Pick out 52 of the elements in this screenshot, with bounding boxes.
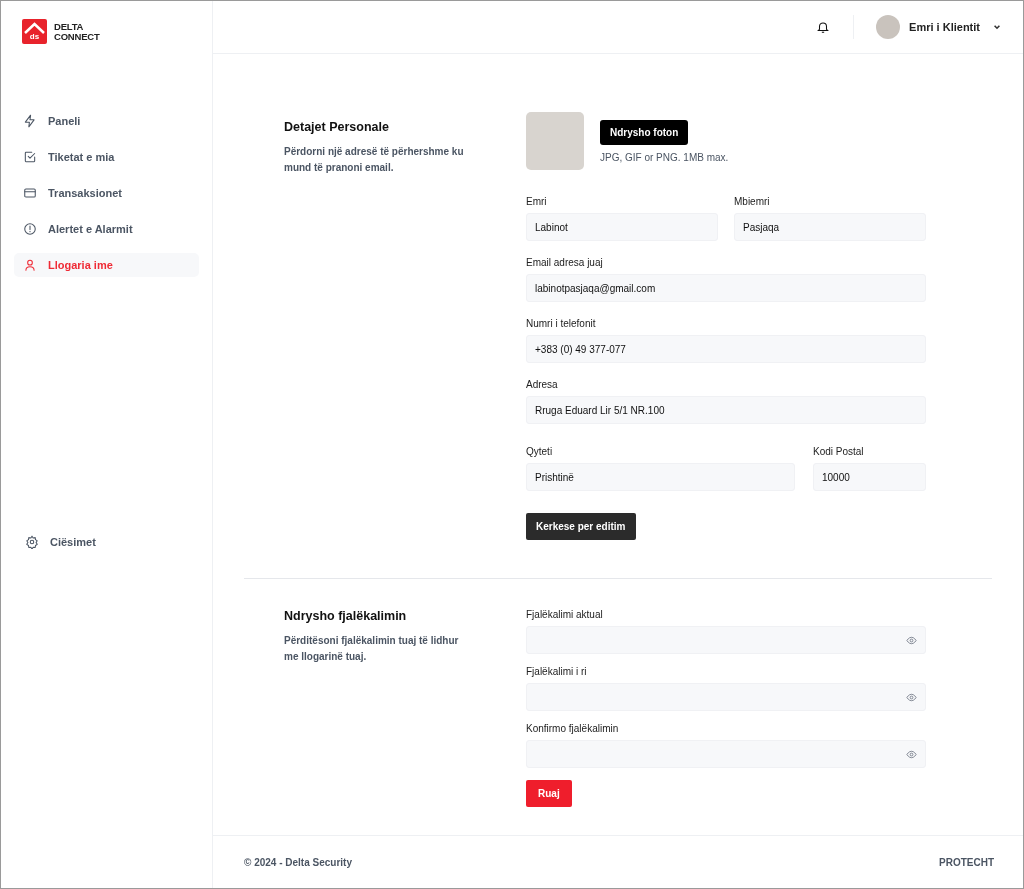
section-description: Përditësoni fjalëkalimin tuaj të lidhur me llogarinë tuaj.	[284, 634, 460, 664]
user-menu[interactable]: Emri i Klientit	[870, 14, 1007, 40]
photo-placeholder	[526, 112, 584, 170]
sidebar-item[interactable]: Tiketat e mia	[14, 145, 199, 169]
input-field[interactable]: Labinot	[526, 213, 718, 241]
logo-mark: ds	[22, 19, 47, 44]
field-label: Konfirmo fjalëkalimin	[526, 723, 620, 734]
alert-icon	[23, 222, 37, 236]
field-label: Fjalëkalimi i ri	[526, 666, 588, 677]
password-field[interactable]	[526, 626, 926, 654]
chevron-down-icon	[993, 23, 1001, 31]
change-photo-button[interactable]: Ndrysho foton	[600, 119, 689, 145]
section-description: Përdorni një adresë të përhershme ku mund të pranoni email.	[284, 145, 465, 175]
section-title: Ndrysho fjalëkalimin	[284, 609, 408, 623]
brand-text: PROTECHT	[939, 856, 994, 868]
input-field[interactable]: Pasjaqa	[734, 213, 926, 241]
input-field[interactable]: Rruga Eduard Lir 5/1 NR.100	[526, 396, 926, 424]
input-field[interactable]: labinotpasjaqa@gmail.com	[526, 274, 926, 302]
field-label: Qyteti	[526, 446, 554, 457]
logo-text: DELTA CONNECT	[54, 21, 100, 42]
edit-request-button[interactable]: Kerkese per editim	[526, 513, 636, 540]
photo-hint: JPG, GIF or PNG. 1MB max.	[600, 151, 729, 163]
password-field[interactable]	[526, 740, 926, 768]
save-button[interactable]: Ruaj	[526, 780, 572, 807]
input-field[interactable]: 10000	[813, 463, 926, 491]
lightning-icon	[23, 114, 37, 128]
card-icon	[23, 186, 37, 200]
eye-icon[interactable]	[906, 691, 917, 703]
field-label: Mbiemri	[734, 196, 771, 207]
notification-bell-icon[interactable]	[816, 20, 831, 34]
field-label: Emri	[526, 196, 548, 207]
avatar-placeholder	[876, 15, 901, 39]
field-label: Adresa	[526, 379, 559, 390]
sidebar-item[interactable]: Alertet e Alarmit	[14, 217, 199, 241]
sidebar-item[interactable]: Transaksionet	[14, 181, 199, 205]
field-label: Fjalëkalimi aktual	[526, 609, 604, 620]
sidebar-item[interactable]: Llogaria ime	[14, 253, 199, 277]
field-label: Kodi Postal	[813, 446, 865, 457]
eye-icon[interactable]	[906, 748, 917, 760]
input-field[interactable]: +383 (0) 49 377-077	[526, 335, 926, 363]
field-label: Numri i telefonit	[526, 318, 597, 329]
input-field[interactable]: Prishtinë	[526, 463, 795, 491]
settings-icon	[25, 535, 39, 549]
eye-icon[interactable]	[906, 634, 917, 646]
sidebar-item[interactable]: Paneli	[14, 109, 199, 133]
copyright-text: © 2024 - Delta Security	[244, 856, 352, 868]
section-title: Detajet Personale	[284, 120, 390, 134]
password-field[interactable]	[526, 683, 926, 711]
checkbox-icon	[23, 150, 37, 164]
field-label: Email adresa juaj	[526, 257, 604, 268]
user-icon	[23, 258, 37, 272]
settings-item[interactable]: Ciësimet	[14, 530, 199, 554]
